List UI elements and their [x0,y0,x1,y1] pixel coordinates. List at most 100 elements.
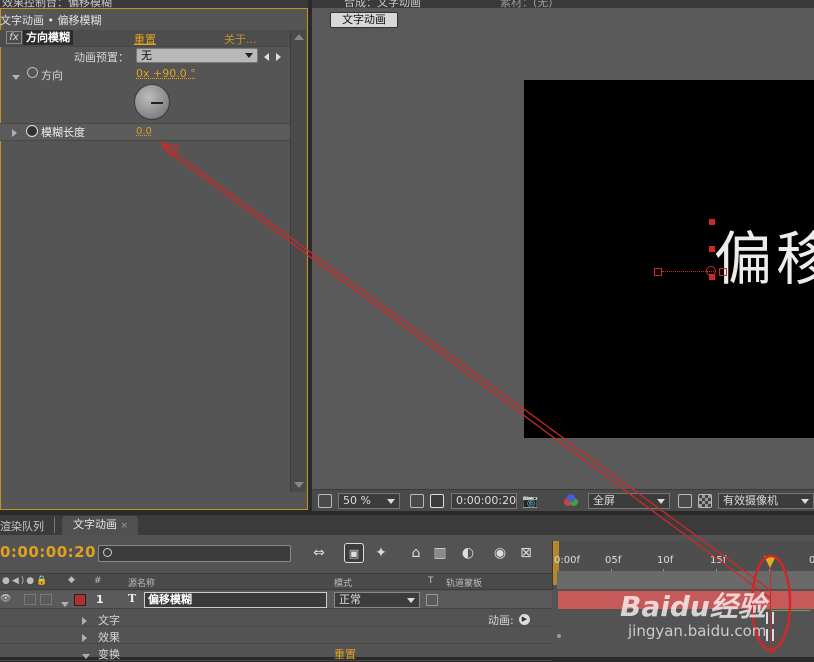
tab-footage[interactable]: 素材：(无) [500,0,553,8]
layer-mode-value: 正常 [339,593,361,606]
av-features-icons[interactable]: ●◀)●🔒 [2,576,49,586]
ruler-label: 0:00f [554,555,580,566]
tab-render-queue[interactable]: 渲染队列 [0,518,44,534]
timeline-current-time[interactable]: 0:00:00:20 [0,543,96,561]
ruler-label: 05f [605,555,622,566]
tab-timeline-comp-label: 文字动画 [73,518,117,531]
reset-link[interactable]: 重置 [134,31,156,47]
blur-length-value[interactable]: 0.0 [136,126,152,137]
layer-expand-arrow[interactable] [61,597,69,610]
camera-snapshot-icon[interactable]: 📷 [522,494,538,509]
tab-composition[interactable]: 合成：文字动画 [344,0,421,8]
transparency-grid-icon[interactable] [698,494,712,508]
resolution-select[interactable]: 全屏 [588,493,670,509]
scroll-up-arrow[interactable] [294,34,304,40]
effects-property-row[interactable]: 效果 [0,628,552,644]
close-icon[interactable]: × [121,521,129,531]
column-mode[interactable]: 模式 [334,576,352,589]
direction-dial[interactable] [134,84,170,120]
expand-arrow[interactable] [82,632,87,645]
hide-shy-layers-icon[interactable]: ⌂ [406,543,426,563]
resolution-value: 全屏 [593,494,615,507]
scroll-down-arrow[interactable] [294,482,304,488]
tab-effect-controls[interactable]: 效果控制台：偏移模糊 [2,0,112,8]
region-of-interest-icon[interactable] [678,494,692,508]
direction-expand-arrow[interactable] [12,70,20,83]
ruler-label: 15f [710,555,727,566]
direction-value[interactable]: 0x +90.0 ° [136,67,196,80]
column-t: T [428,576,434,586]
eye-icon[interactable]: 👁 [0,594,11,604]
transform-property-row[interactable]: 变换 重置 [0,645,552,661]
expand-arrow[interactable] [82,649,90,662]
brainstorm-icon[interactable]: ◉ [490,543,510,563]
expand-arrow[interactable] [82,615,87,628]
fx-toggle-icon[interactable]: fx [6,31,22,44]
keyframe-dot[interactable] [557,634,561,638]
transform-reset-link[interactable]: 重置 [334,646,356,662]
layer-mode-select[interactable]: 正常 [334,592,420,608]
stopwatch-icon[interactable] [27,67,38,78]
ruler-label: 10f [657,555,674,566]
blur-length-expand-arrow[interactable] [12,127,17,140]
motion-blur-icon[interactable]: ◐ [458,543,478,563]
play-circle-icon[interactable]: ▶ [519,614,530,625]
viewer-toolbar: 50 % 0:00:00:20 📷 全屏 有效摄像机 [312,489,814,511]
preset-select[interactable]: 无 [136,48,258,63]
tab-timeline-comp[interactable]: 文字动画 × [62,516,138,535]
mask-visibility-icon[interactable] [430,494,444,508]
frame-blending-icon[interactable]: ▥ [430,543,450,563]
anchor-end-handle[interactable] [719,268,727,276]
lock-switch[interactable] [40,594,52,605]
safe-zones-icon[interactable] [410,494,424,508]
chevron-down-icon [387,499,395,504]
zoom-select[interactable]: 50 % [338,493,400,509]
effect-name[interactable]: 方向模糊 [23,30,73,45]
about-link[interactable]: 关于... [224,31,257,47]
stopwatch-icon[interactable] [26,125,38,137]
text-layer-icon: T [128,592,137,605]
preset-prev-arrow[interactable] [264,51,269,64]
layer-row[interactable]: 👁 1 T 偏移模糊 正常 [0,591,552,609]
layer-name-field[interactable]: 偏移模糊 [144,592,327,608]
divider [0,140,290,141]
anchor-start-handle[interactable] [654,268,662,276]
layer-handle[interactable] [709,246,715,252]
current-time-indicator-line[interactable] [770,566,771,657]
direction-label: 方向 [41,69,63,82]
anchor-point-icon[interactable] [706,266,716,276]
current-time-display[interactable]: 0:00:00:20 [451,493,517,509]
composition-text-layer[interactable]: 偏移 [714,212,814,296]
watermark-logo: Baidu经验 [620,590,766,623]
comp-name-button[interactable]: 文字动画 [330,12,398,28]
timeline-search-input[interactable] [98,545,291,562]
chevron-down-icon [407,598,415,603]
preset-next-arrow[interactable] [276,51,281,64]
layer-label-color[interactable] [74,594,86,606]
chevron-down-icon [801,499,809,504]
effects-property-label: 效果 [98,631,120,644]
effect-controls-scrollbar[interactable] [290,30,306,492]
chevron-down-icon [657,499,665,504]
comp-mini-flowchart-icon[interactable]: ⇔ [309,543,329,563]
transform-property-label: 变换 [98,648,120,661]
solo-switch[interactable] [24,594,36,605]
text-property-row[interactable]: 文字 动画: ▶ [0,611,552,627]
blur-length-label: 模糊长度 [41,126,85,139]
draft-3d-icon[interactable]: ✦ [371,543,391,563]
graph-editor-icon[interactable]: ⊠ [516,543,536,563]
divider [0,46,290,47]
animate-menu-label[interactable]: 动画: [488,612,514,628]
search-icon [103,548,112,557]
label-tag-icon[interactable]: ◆ [68,575,75,585]
camera-select[interactable]: 有效摄像机 [718,493,814,509]
current-time-indicator-head[interactable] [764,556,776,568]
preserve-transparency-checkbox[interactable] [426,594,438,606]
show-channel-icon[interactable] [564,494,580,508]
column-source-name[interactable]: 源名称 [128,576,155,589]
column-track-matte[interactable]: 轨道蒙板 [446,576,482,589]
layer-handle[interactable] [709,219,715,225]
always-preview-icon[interactable] [318,494,332,508]
preset-select-value: 无 [141,49,152,62]
live-update-icon[interactable]: ▣ [344,543,364,563]
